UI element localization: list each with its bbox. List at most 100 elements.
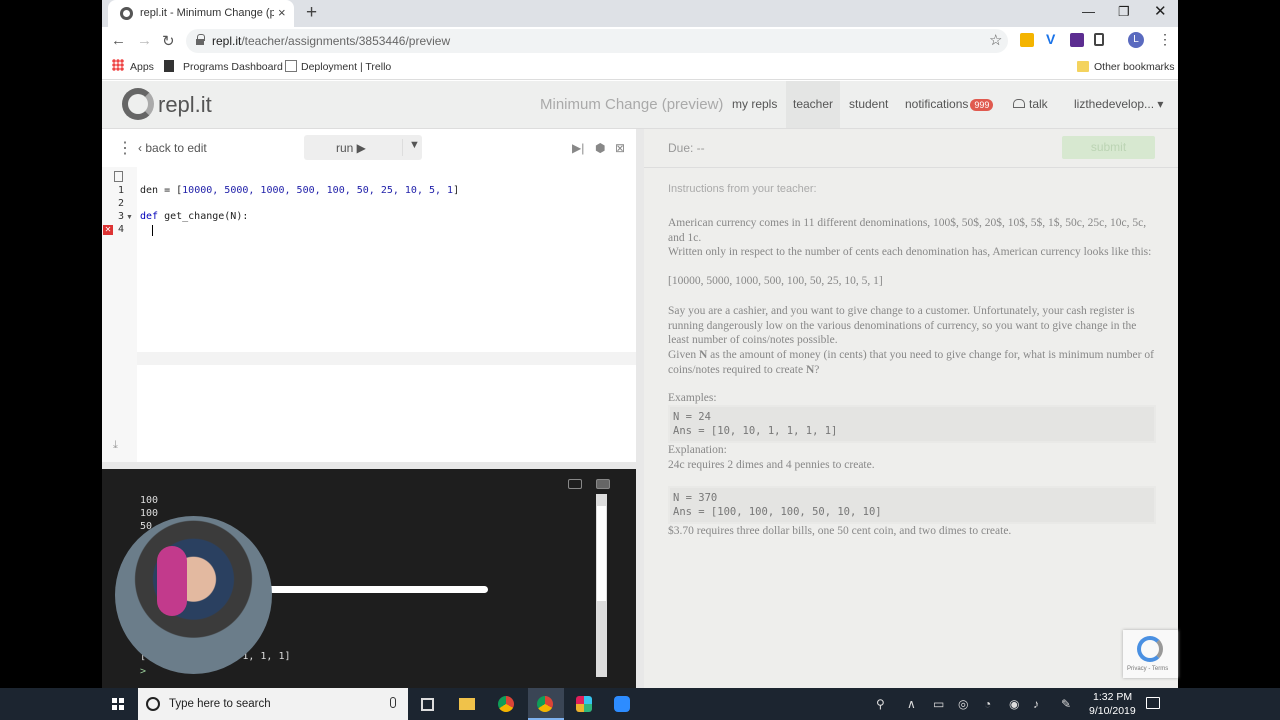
apps-grid-icon [112,59,124,71]
example-explanation-2: $3.70 requires three dollar bills, one 5… [668,525,1012,537]
clock-time[interactable]: 1:32 PM [1093,691,1132,703]
nav-student[interactable]: student [849,97,888,111]
run-button[interactable]: run ▶ ▼ [304,135,422,160]
url-text[interactable]: repl.it/teacher/assignments/3853446/prev… [212,34,450,48]
run-label: run ▶ [336,141,366,155]
instructions-paragraph: [10000, 5000, 1000, 500, 100, 50, 25, 10… [668,275,883,287]
instructions-pane: Due: -- submit Instructions from your te… [644,129,1178,688]
close-tab-icon[interactable]: × [278,5,286,20]
fold-arrow-icon[interactable]: ▼ [126,214,133,221]
console-output-line: 100 [140,508,159,519]
nav-my-repls[interactable]: my repls [732,97,777,111]
more-options-icon[interactable]: ⋮ [117,138,133,158]
show-hidden-icon[interactable]: ∧ [907,697,916,711]
chrome-tray-icon[interactable]: ◉ [1009,697,1019,711]
pen-icon[interactable]: ✎ [1061,697,1071,711]
minimize-icon[interactable]: — [1082,4,1095,19]
replit-logo-icon[interactable] [122,88,154,120]
code-line[interactable]: den = [10000, 5000, 1000, 500, 100, 50, … [140,185,459,196]
task-view-icon[interactable] [421,698,434,711]
bookmark-programs-dashboard[interactable]: Programs Dashboard [183,61,283,73]
new-tab-button[interactable]: + [306,2,317,24]
code-line[interactable]: def get_change(N): [140,211,248,222]
address-bar[interactable]: repl.it/teacher/assignments/3853446/prev… [186,29,1008,53]
back-to-edit-link[interactable]: ‹ back to edit [138,141,207,155]
restore-icon[interactable]: ❐ [1118,4,1130,20]
console-clear-icon[interactable] [596,479,610,489]
profile-avatar[interactable]: L [1128,32,1144,48]
nav-teacher[interactable]: teacher [786,81,841,128]
extension-doc-icon[interactable] [1094,33,1104,46]
user-menu[interactable]: lizthedevelop... ▾ [1074,97,1163,111]
microphone-icon[interactable] [390,697,396,708]
notification-badge: 999 [970,99,994,111]
recaptcha-badge[interactable]: Privacy - Terms [1123,630,1178,678]
security-icon[interactable]: ◎ [958,697,968,711]
download-icon[interactable]: ⤓ [113,439,118,452]
instructions-paragraph: Given N as the amount of money (in cents… [668,349,1154,376]
example-code-1: N = 24 Ans = [10, 10, 1, 1, 1, 1] [668,405,1156,443]
clear-icon[interactable]: ⊠ [615,141,625,155]
taskbar-search[interactable]: Type here to search [138,688,408,720]
console-scroll-thumb[interactable] [597,506,606,601]
forward-arrow-icon[interactable]: → [137,32,152,49]
console-pane[interactable]: 100 100 50 [ 0, 10, 1, 1, 1, 1] > [102,469,636,688]
network-icon[interactable]: ▭ [933,697,944,711]
back-arrow-icon[interactable]: ← [111,32,126,49]
bookmark-apps[interactable]: Apps [130,61,154,73]
document-icon [164,60,174,72]
bookmark-star-icon[interactable]: ☆ [989,31,1002,49]
browser-tab[interactable]: repl.it - Minimum Change (previ × [108,0,294,27]
example-explanation-1: 24c requires 2 dimes and 4 pennies to cr… [668,459,875,471]
chrome-icon[interactable] [498,696,514,712]
windows-start-icon[interactable] [112,698,124,710]
action-center-icon[interactable] [1146,697,1160,709]
active-line-highlight [137,352,636,365]
cortana-icon [146,697,160,711]
separator [644,167,1178,168]
instructions-paragraph: Written only in respect to the number of… [668,246,1152,258]
clock-date[interactable]: 9/10/2019 [1089,705,1136,717]
file-explorer-icon[interactable] [459,698,475,710]
zoom-icon[interactable] [614,696,630,712]
console-scrollbar[interactable] [596,494,607,677]
webcam-overlay [115,516,272,674]
vertical-splitter[interactable] [636,129,644,688]
extension-w-icon[interactable] [1070,33,1084,47]
console-expand-icon[interactable] [568,479,582,489]
submit-button[interactable]: submit [1062,136,1155,159]
instructions-paragraph: Say you are a cashier, and you want to g… [668,305,1137,347]
windows-taskbar: Type here to search ⚲ ∧ ▭ ◎ ◔ ◉ ♪ ✎ 1:32… [0,688,1280,720]
browser-menu-icon[interactable]: ⋮ [1158,31,1172,48]
instructions-paragraph: American currency comes in 11 different … [668,217,1147,244]
reload-icon[interactable]: ↻ [162,32,175,50]
package-icon[interactable]: ⬢ [595,141,605,155]
line-number: 2 [117,198,124,209]
chrome-active-icon[interactable] [537,696,553,712]
text-cursor [152,225,153,236]
nav-notifications[interactable]: notifications 999 [905,97,994,111]
slack-icon[interactable] [576,696,592,712]
console-prompt: > [140,666,147,677]
instructions-heading: Instructions from your teacher: [668,183,817,195]
people-icon[interactable]: ⚲ [876,697,885,711]
step-icon[interactable]: ▶| [572,141,584,155]
nav-talk[interactable]: talk [1029,97,1048,111]
console-output-line: 100 [140,495,159,506]
volume-icon[interactable]: ♪ [1033,697,1039,711]
recaptcha-links[interactable]: Privacy - Terms [1127,666,1168,672]
run-dropdown-icon[interactable]: ▼ [402,139,420,156]
extension-icon[interactable] [1020,33,1034,47]
example-code-2: N = 370 Ans = [100, 100, 100, 50, 10, 10… [668,486,1156,524]
bookmark-trello[interactable]: Deployment | Trello [301,61,391,73]
folder-icon [1077,61,1089,72]
line-number: 1 [117,185,124,196]
extension-v-icon[interactable]: V [1046,31,1060,47]
overlay-bar [266,586,488,593]
other-bookmarks[interactable]: Other bookmarks [1094,61,1175,73]
window-close-icon[interactable]: ✕ [1154,2,1167,20]
logo-text[interactable]: repl.it [158,92,212,118]
pane-splitter[interactable] [102,462,636,469]
wifi-icon[interactable]: ◔ [984,697,991,711]
tab-strip: repl.it - Minimum Change (previ × + — ❐ … [102,0,1178,27]
